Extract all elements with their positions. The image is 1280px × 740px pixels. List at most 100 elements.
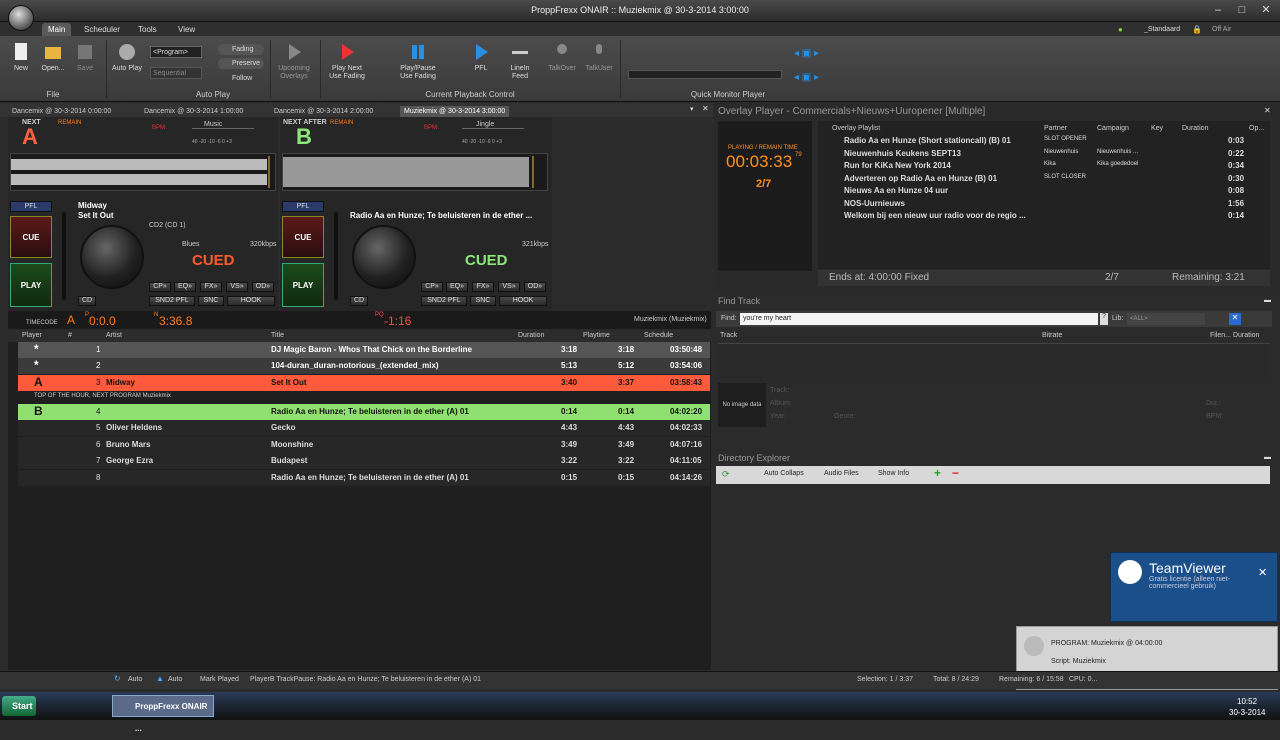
clock-date[interactable]: 30-3-2014 [1229, 708, 1265, 717]
doc-tab-muziekmix[interactable]: Muziekmix @ 30-3-2014 3:00:00 [400, 106, 509, 117]
add-icon[interactable]: + [934, 466, 941, 480]
table-row[interactable]: *2104-duran_duran-notorious_(extended_mi… [18, 358, 710, 374]
find-minimize-icon[interactable]: ▬ [1264, 297, 1271, 304]
deck-b-cue-button[interactable]: CUE [282, 216, 324, 258]
overlay-col-partner[interactable]: Partner [1044, 125, 1067, 132]
close-button[interactable]: ✕ [1254, 2, 1278, 18]
col-title[interactable]: Title [271, 332, 284, 339]
tab-tools[interactable]: Tools [132, 23, 163, 36]
clock-time[interactable]: 10:52 [1237, 697, 1257, 706]
col-artist[interactable]: Artist [106, 332, 122, 339]
deck-a-pfl-button[interactable]: PFL [10, 201, 52, 212]
deck-b-play-button[interactable]: PLAY [282, 263, 324, 307]
deck-a-snd2-button[interactable]: SND2 PFL [149, 296, 195, 306]
overlay-col-key[interactable]: Key [1151, 125, 1163, 132]
table-row[interactable]: *1DJ Magic Baron - Whos That Chick on th… [18, 342, 710, 358]
overlay-col-op[interactable]: Op... [1249, 125, 1264, 132]
deck-b-fx-button[interactable]: FX» [472, 282, 494, 292]
find-input[interactable]: you're my heart [740, 313, 1098, 325]
program-select[interactable]: <Program> [150, 46, 202, 58]
help-icon[interactable]: ? [1100, 313, 1108, 325]
deck-a-od-button[interactable]: OD» [252, 282, 274, 292]
deck-b-vs-button[interactable]: VS» [498, 282, 520, 292]
upcoming-overlays-button[interactable]: Upcoming Overlays [274, 42, 314, 81]
follow-toggle[interactable]: Follow [218, 73, 264, 84]
deck-b-snc-button[interactable]: SNC [470, 296, 496, 306]
table-row[interactable]: A3MidwaySet It Out3:403:3703:58:43 [18, 375, 710, 391]
deck-b-volume-slider[interactable] [334, 212, 338, 300]
doc-tab-dancemix-0[interactable]: Dancemix @ 30-3-2014 0:00:00 [8, 106, 115, 117]
table-row[interactable]: 5Oliver HeldensGecko4:434:4304:02:33 [18, 420, 710, 436]
deck-a-eq-button[interactable]: EQ» [174, 282, 196, 292]
start-button[interactable]: Start [2, 696, 36, 716]
deck-a-style-select[interactable]: Music [192, 121, 254, 129]
remove-icon[interactable]: − [952, 466, 959, 480]
deck-a-fx-button[interactable]: FX» [200, 282, 222, 292]
new-button[interactable]: New [8, 42, 34, 73]
tab-dropdown-icon[interactable]: ▾ [690, 105, 694, 113]
lock-icon[interactable]: 🔒 [1192, 25, 1202, 34]
minimize-button[interactable]: – [1206, 2, 1230, 18]
sequential-select[interactable]: Sequential [150, 67, 202, 79]
overlay-close-icon[interactable]: ✕ [1264, 106, 1271, 115]
deck-a-snc-button[interactable]: SNC [198, 296, 224, 306]
deck-b-snd2-button[interactable]: SND2 PFL [421, 296, 467, 306]
talkover-button[interactable]: TalkOver [544, 42, 580, 73]
preserve-toggle[interactable]: Preserve [218, 58, 264, 69]
play-next-button[interactable]: Play Next Use Fading [326, 42, 368, 81]
col-playtime[interactable]: Playtime [583, 332, 610, 339]
play-pause-button[interactable]: Play/Pause Use Fading [396, 42, 440, 81]
table-row[interactable]: B4Radio Aa en Hunze; Te beluisteren in d… [18, 404, 710, 420]
deck-b-eq-button[interactable]: EQ» [446, 282, 468, 292]
show-info-button[interactable]: Show Info [878, 470, 909, 477]
tab-scheduler[interactable]: Scheduler [78, 23, 126, 36]
deck-a-cue-button[interactable]: CUE [10, 216, 52, 258]
table-row[interactable]: 8Radio Aa en Hunze; Te beluisteren in de… [18, 470, 710, 486]
find-col-file[interactable]: Filen... Duration [1210, 332, 1259, 339]
autoplay-button[interactable]: Auto Play [110, 42, 144, 73]
taskbar-app-button[interactable]: ProppFrexx ONAIR ... [112, 695, 214, 717]
deck-a-play-button[interactable]: PLAY [10, 263, 52, 307]
overlay-col-duration[interactable]: Duration [1182, 125, 1208, 132]
find-col-track[interactable]: Track [720, 332, 737, 339]
deck-a-cp-button[interactable]: CP» [149, 282, 171, 292]
linein-feed-button[interactable]: LineIn Feed [504, 42, 536, 81]
auto-collaps-button[interactable]: Auto Collaps [764, 470, 804, 477]
deck-b-cd-button[interactable]: CD [350, 296, 368, 306]
deck-b-jog-knob[interactable] [352, 225, 416, 289]
tab-close-icon[interactable]: ✕ [702, 104, 709, 113]
offair-status[interactable]: Off Air [1212, 26, 1231, 33]
refresh-icon[interactable]: ⟳ [722, 469, 730, 480]
talkuser-button[interactable]: TalkUser [582, 42, 616, 73]
app-menu-button[interactable] [8, 5, 34, 31]
status-auto-2[interactable]: Auto [168, 676, 182, 683]
save-button[interactable]: Save [72, 42, 98, 73]
overlay-col-playlist[interactable]: Overlay Playlist [832, 125, 880, 132]
audio-files-button[interactable]: Audio Files [824, 470, 859, 477]
directory-minimize-icon[interactable]: ▬ [1264, 454, 1271, 461]
deck-b-style-select[interactable]: Jingle [462, 121, 524, 129]
mark-played-button[interactable]: Mark Played [200, 676, 239, 683]
open-button[interactable]: Open... [38, 42, 68, 73]
status-auto-1[interactable]: Auto [128, 676, 142, 683]
deck-b-od-button[interactable]: OD» [524, 282, 546, 292]
monitor-transport-icons[interactable]: ◂ ▣ ▸◂ ▣ ▸ [794, 48, 844, 84]
find-col-bitrate[interactable]: Bitrate [1042, 332, 1062, 339]
deck-a-vs-button[interactable]: VS» [226, 282, 248, 292]
fading-toggle[interactable]: Fading [218, 44, 264, 55]
pfl-button[interactable]: PFL [466, 42, 496, 73]
tab-view[interactable]: View [172, 23, 201, 36]
deck-b-hook-button[interactable]: HOOK [499, 296, 547, 306]
deck-a-volume-slider[interactable] [62, 212, 66, 300]
deck-b-pfl-button[interactable]: PFL [282, 201, 324, 212]
lib-select[interactable]: <ALL> [1127, 313, 1205, 325]
find-results[interactable] [718, 343, 1270, 383]
table-row[interactable]: 6Bruno MarsMoonshine3:493:4904:07:16 [18, 437, 710, 453]
doc-tab-dancemix-1[interactable]: Dancemix @ 30-3-2014 1:00:00 [140, 106, 247, 117]
deck-a-waveform[interactable] [10, 153, 276, 191]
col-schedule[interactable]: Schedule [644, 332, 673, 339]
deck-a-hook-button[interactable]: HOOK [227, 296, 275, 306]
deck-b-cp-button[interactable]: CP» [421, 282, 443, 292]
user-profile[interactable]: _Standaard [1144, 26, 1180, 33]
maximize-button[interactable]: □ [1230, 2, 1254, 18]
